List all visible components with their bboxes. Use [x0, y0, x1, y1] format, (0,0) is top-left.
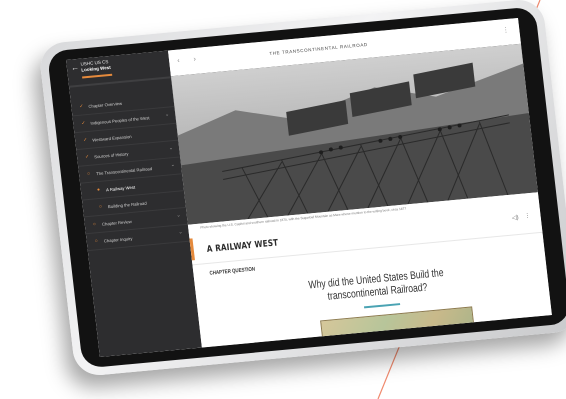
chevron-down-icon[interactable]: ⌄ [178, 229, 183, 235]
section-title: A RAILWAY WEST [206, 238, 279, 255]
tablet-device: ← USHC US CS Looking West ✓ Chapter Overv… [37, 0, 566, 378]
audio-icon[interactable]: ◁) [512, 214, 519, 222]
sidebar-item-label: Westward Expansion [92, 133, 132, 143]
circle-icon: ○ [98, 203, 103, 210]
sidebar-item-label: Chapter Review [101, 218, 133, 227]
check-icon: ✓ [81, 120, 86, 127]
sidebar-item-label: A Railway West [105, 184, 136, 193]
content-more-icon[interactable]: ⋮ [524, 212, 531, 219]
page-title: THE TRANSCONTINENTAL RAILROAD [269, 41, 369, 57]
more-options-icon[interactable]: ⋮ [502, 26, 510, 35]
circle-icon: ○ [86, 170, 91, 178]
dot-icon: ● [96, 186, 101, 194]
prev-page-icon[interactable]: ‹ [177, 57, 186, 65]
circle-icon: ○ [92, 221, 97, 228]
circle-icon: ○ [94, 238, 99, 245]
sidebar-item-label: Indigenous Peoples of the West [90, 115, 150, 126]
chapter-question: Why did the United States Build the tran… [307, 267, 445, 303]
sidebar-item-label: Sources of History [93, 151, 129, 160]
sidebar-item-label: Chapter Inquiry [103, 235, 133, 244]
check-icon: ✓ [84, 153, 90, 161]
sidebar-item-label: The Transcontinental Railroad [95, 166, 153, 177]
page-nav: ‹ › [177, 55, 202, 64]
progress-indicator [82, 73, 113, 79]
sidebar-item-label: Building the Railroad [107, 200, 147, 210]
check-icon: ✓ [79, 103, 84, 110]
chapter-question-label: CHAPTER QUESTION [209, 266, 256, 277]
back-arrow-icon[interactable]: ← [70, 63, 79, 73]
chevron-down-icon[interactable]: ⌄ [169, 145, 174, 151]
question-underline [363, 303, 401, 308]
check-icon: ✓ [82, 137, 88, 144]
chevron-down-icon[interactable]: ⌄ [176, 212, 181, 218]
sidebar-item-label: Chapter Overview [88, 100, 123, 109]
next-page-icon[interactable]: › [193, 55, 202, 63]
sidebar-nav: ✓ Chapter Overview ✓ Indigenous Peoples of … [70, 90, 190, 252]
chevron-down-icon[interactable]: ⌄ [165, 111, 170, 117]
tablet-screen: ← USHC US CS Looking West ✓ Chapter Overv… [66, 17, 552, 358]
chevron-down-icon[interactable]: ⌄ [170, 162, 175, 168]
